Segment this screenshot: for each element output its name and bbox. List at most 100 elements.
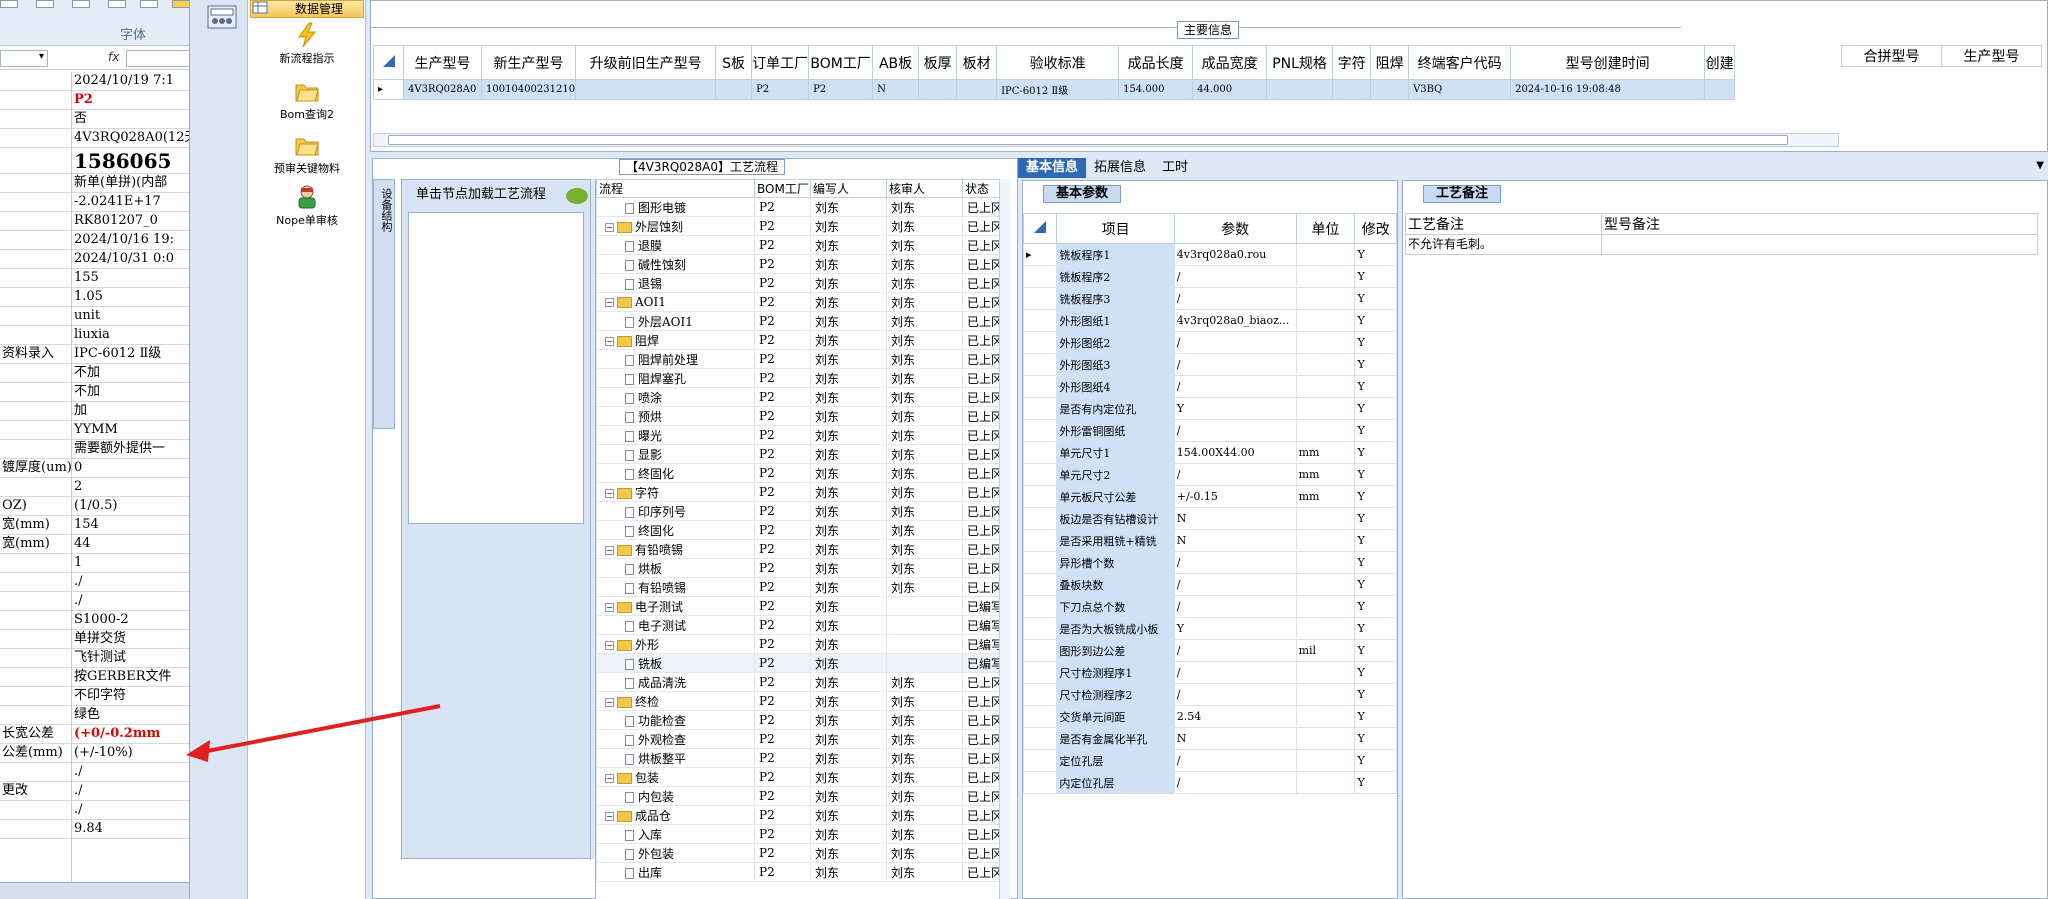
- excel-cell[interactable]: [0, 668, 71, 687]
- table-cell[interactable]: V3BQ: [1408, 79, 1512, 100]
- table-cell[interactable]: 单元尺寸1: [1056, 441, 1175, 464]
- tree-row[interactable]: − 包装 P2 刘东 刘东 已上冈: [596, 767, 1005, 787]
- collapse-icon[interactable]: −: [605, 811, 614, 821]
- tree-node-cell[interactable]: 外观检查: [596, 729, 755, 749]
- tree-row[interactable]: 外观检查 P2 刘东 刘东 已上冈: [596, 729, 1005, 749]
- excel-cell[interactable]: [0, 592, 71, 611]
- tree-row[interactable]: 退膜 P2 刘东 刘东 已上冈: [596, 235, 1005, 255]
- table-cell[interactable]: Y: [1354, 617, 1397, 640]
- excel-cell[interactable]: 2024/10/31 0:0: [72, 250, 189, 269]
- table-cell[interactable]: 外形雷铜图纸: [1056, 419, 1175, 442]
- nav-item-nope-review[interactable]: Nope单审核: [248, 184, 366, 228]
- ribbon-button[interactable]: [140, 0, 158, 8]
- column-header[interactable]: 型号备注: [1601, 213, 2038, 235]
- table-cell[interactable]: Y: [1354, 661, 1397, 684]
- table-row[interactable]: 单元尺寸2/mm Y: [1022, 463, 1397, 486]
- table-cell[interactable]: 刘东: [886, 520, 963, 540]
- column-header[interactable]: AB板: [872, 45, 920, 80]
- table-cell[interactable]: 已上冈: [961, 330, 1005, 350]
- scroll-thumb[interactable]: [388, 135, 1788, 145]
- column-header[interactable]: PNL规格: [1266, 45, 1334, 80]
- column-header[interactable]: 升级前旧生产型号: [575, 45, 717, 80]
- excel-cell[interactable]: 2: [72, 478, 189, 497]
- table-cell[interactable]: Y: [1354, 705, 1397, 728]
- tree-node-cell[interactable]: − 包装: [596, 767, 755, 787]
- table-row[interactable]: 单元尺寸1 154.00X44.00 mm Y: [1022, 441, 1397, 464]
- table-cell[interactable]: P2: [808, 79, 874, 100]
- table-cell[interactable]: P2: [754, 501, 811, 521]
- table-cell[interactable]: Y: [1354, 243, 1397, 266]
- table-cell[interactable]: Y: [1354, 375, 1397, 398]
- excel-cell[interactable]: 154: [72, 516, 189, 535]
- table-cell[interactable]: 已上冈: [961, 406, 1005, 426]
- column-header[interactable]: 验收标准: [996, 45, 1120, 80]
- excel-cell[interactable]: [0, 326, 71, 345]
- table-cell[interactable]: 刘东: [886, 368, 963, 388]
- table-cell[interactable]: Y: [1354, 265, 1397, 288]
- table-cell[interactable]: [1295, 287, 1356, 310]
- table-cell[interactable]: 刘东: [886, 292, 963, 312]
- table-cell[interactable]: P2: [754, 406, 811, 426]
- excel-cell[interactable]: [0, 820, 71, 839]
- table-cell[interactable]: 刘东: [810, 824, 887, 844]
- table-cell[interactable]: 刘东: [886, 691, 963, 711]
- tree-row[interactable]: 阻焊前处理 P2 刘东 刘东 已上冈: [596, 349, 1005, 369]
- highlight-color-button[interactable]: [172, 0, 189, 8]
- table-cell[interactable]: P2: [754, 710, 811, 730]
- excel-cell[interactable]: 1.05: [72, 288, 189, 307]
- excel-cell[interactable]: [0, 193, 71, 212]
- column-header[interactable]: 成品宽度: [1192, 45, 1268, 80]
- table-cell[interactable]: [1295, 243, 1356, 266]
- table-cell[interactable]: 刘东: [886, 862, 963, 882]
- tree-row[interactable]: − 阻焊 P2 刘东 刘东 已上冈: [596, 330, 1005, 350]
- tree-node-cell[interactable]: 图形电镀: [596, 197, 755, 217]
- tree-row[interactable]: − 字符 P2 刘东 刘东 已上冈: [596, 482, 1005, 502]
- table-cell[interactable]: 刘东: [810, 653, 887, 673]
- table-cell[interactable]: /: [1173, 595, 1297, 618]
- table-cell[interactable]: 刘东: [886, 558, 963, 578]
- tab-1[interactable]: 拓展信息: [1086, 158, 1154, 178]
- excel-cell[interactable]: S1000-2: [72, 611, 189, 630]
- excel-cell[interactable]: [0, 91, 71, 110]
- table-cell[interactable]: P2: [754, 577, 811, 597]
- table-cell[interactable]: Y: [1354, 771, 1397, 794]
- table-cell[interactable]: 已上冈: [961, 463, 1005, 483]
- tree-node-cell[interactable]: 阻焊塞孔: [596, 368, 755, 388]
- table-cell[interactable]: /: [1173, 375, 1297, 398]
- excel-cell[interactable]: 2024/10/16 19:: [72, 231, 189, 250]
- table-cell[interactable]: [1295, 705, 1356, 728]
- table-cell[interactable]: Y: [1354, 397, 1397, 420]
- table-cell[interactable]: /: [1173, 661, 1297, 684]
- table-cell[interactable]: /: [1173, 749, 1297, 772]
- tree-row[interactable]: − 外形 P2 刘东 已编写: [596, 634, 1005, 654]
- tree-node-cell[interactable]: 有铅喷锡: [596, 577, 755, 597]
- excel-cell[interactable]: [0, 478, 71, 497]
- table-cell[interactable]: 刘东: [886, 330, 963, 350]
- table-cell[interactable]: [1295, 727, 1356, 750]
- table-row[interactable]: 外形图纸1 4v3rq028a0_biaoz... Y: [1022, 309, 1397, 332]
- excel-cell[interactable]: [0, 288, 71, 307]
- table-cell[interactable]: 刘东: [810, 767, 887, 787]
- table-cell[interactable]: +/-0.15: [1173, 485, 1297, 508]
- tree-row[interactable]: − 电子测试 P2 刘东 已编写: [596, 596, 1005, 616]
- table-cell[interactable]: [1370, 79, 1410, 100]
- table-cell[interactable]: 刘东: [810, 729, 887, 749]
- table-cell[interactable]: P2: [754, 862, 811, 882]
- tree-row[interactable]: 功能检查 P2 刘东 刘东 已上冈: [596, 710, 1005, 730]
- table-cell[interactable]: [1295, 529, 1356, 552]
- column-header[interactable]: 生产型号: [1941, 45, 2042, 67]
- table-row[interactable]: 是否有金属化半孔 N Y: [1022, 727, 1397, 750]
- table-cell[interactable]: mm: [1295, 463, 1356, 486]
- tree-row[interactable]: 有铅喷锡 P2 刘东 刘东 已上冈: [596, 577, 1005, 597]
- table-cell[interactable]: 4V3RQ028A0: [403, 79, 482, 100]
- tree-row[interactable]: 退锡 P2 刘东 刘东 已上冈: [596, 273, 1005, 293]
- excel-cell[interactable]: [0, 801, 71, 820]
- tree-node-cell[interactable]: 入库: [596, 824, 755, 844]
- table-cell[interactable]: 刘东: [810, 501, 887, 521]
- nav-item-bom-query[interactable]: Bom查询2: [248, 78, 366, 122]
- excel-cell[interactable]: [0, 630, 71, 649]
- table-cell[interactable]: 已上冈: [961, 482, 1005, 502]
- excel-cell[interactable]: [0, 129, 71, 148]
- excel-cell[interactable]: [0, 148, 71, 174]
- table-cell[interactable]: 刘东: [810, 672, 887, 692]
